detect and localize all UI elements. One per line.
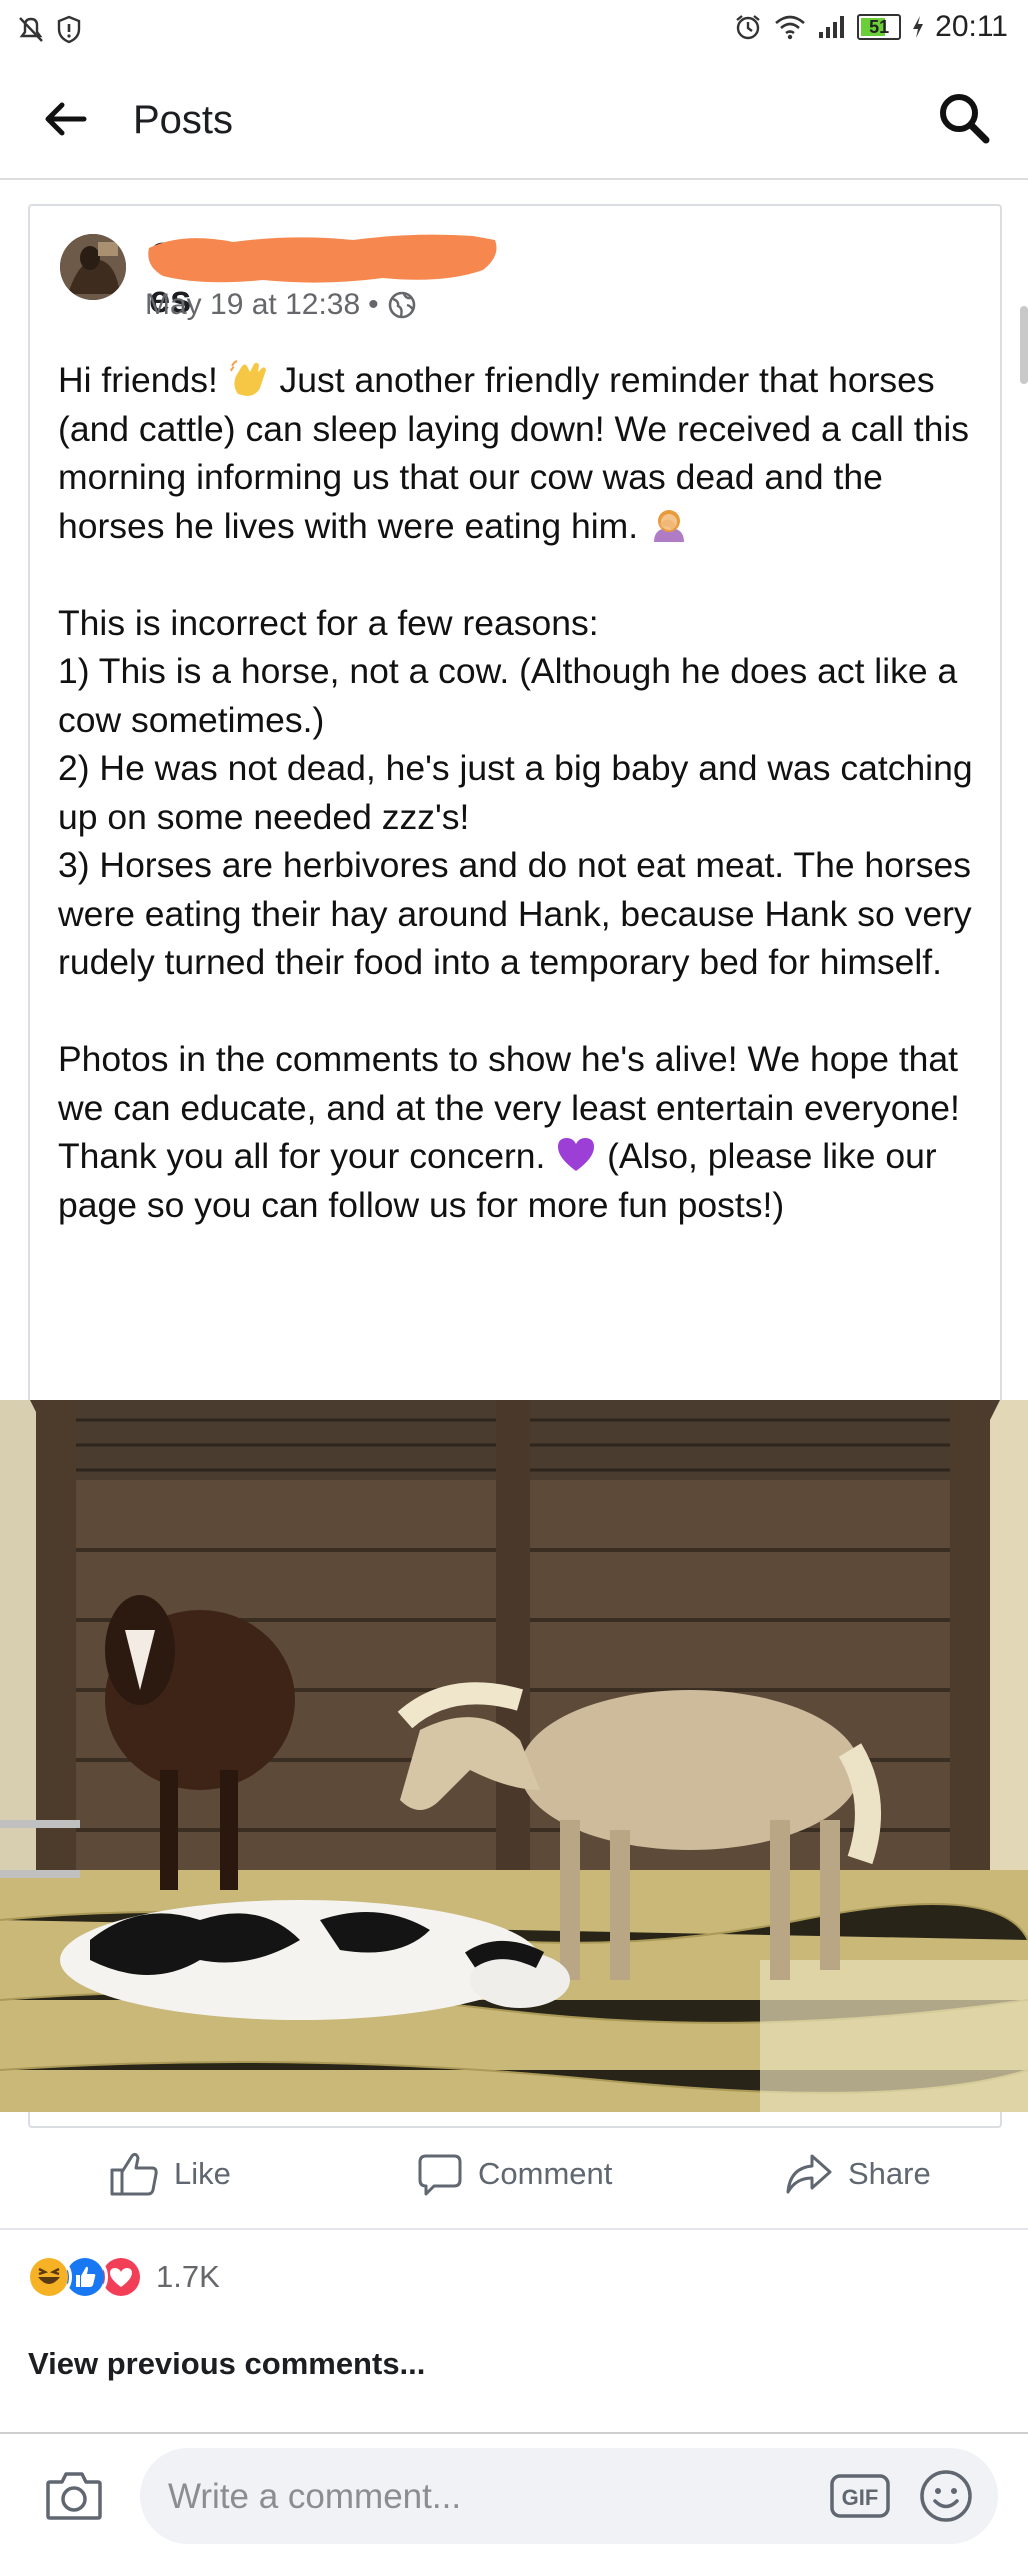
comment-composer: GIF — [140, 2448, 998, 2546]
status-left-icons — [18, 14, 82, 44]
comment-button[interactable]: Comment — [416, 2150, 612, 2198]
share-arrow-icon — [786, 2154, 832, 2194]
app-header: Posts — [0, 58, 1028, 180]
like-button[interactable]: Like — [108, 2150, 231, 2198]
post-paragraph-1: Hi friends! Just another friendly remind… — [58, 360, 969, 546]
woman-facepalming-emoji — [653, 509, 684, 542]
page-title: Posts — [133, 98, 234, 142]
comment-bubble-icon — [418, 2154, 462, 2196]
camera-icon[interactable] — [44, 2468, 104, 2524]
post-photo[interactable] — [0, 1400, 1028, 2112]
reaction-summary[interactable]: 1.7K — [26, 2254, 220, 2300]
post-actions: Like Comment Share — [0, 2128, 1028, 2230]
wifi-icon — [775, 15, 805, 40]
waving-hand-emoji — [229, 360, 266, 396]
author-name[interactable]: Cres — [145, 234, 497, 321]
alarm-icon — [736, 15, 760, 40]
post-meta: May 19 at 12:38 • — [145, 288, 417, 322]
divider — [0, 2432, 1028, 2434]
gif-icon[interactable]: GIF — [830, 2474, 890, 2518]
status-bar: 51 20:11 — [0, 0, 1028, 58]
reaction-count: 1.7K — [156, 2259, 220, 2294]
scrollbar[interactable] — [1020, 306, 1028, 384]
like-label: Like — [174, 2156, 231, 2191]
battery-level: 51 — [869, 17, 890, 37]
search-icon[interactable] — [936, 90, 992, 146]
shield-icon — [57, 15, 81, 44]
post-paragraph-3: Photos in the comments to show he's aliv… — [58, 1039, 960, 1225]
share-label: Share — [848, 2156, 931, 2191]
author-avatar[interactable] — [60, 234, 126, 300]
comment-input[interactable] — [166, 2448, 730, 2546]
back-arrow-icon[interactable] — [40, 94, 90, 144]
post-paragraph-2: This is incorrect for a few reasons: 1) … — [58, 602, 973, 983]
post-timestamp[interactable]: May 19 at 12:38 — [145, 288, 360, 322]
post-text: Hi friends! Just another friendly remind… — [58, 356, 988, 1229]
signal-icon — [819, 16, 845, 38]
emoji-picker-icon[interactable] — [918, 2468, 974, 2524]
battery-icon: 51 — [857, 14, 902, 40]
purple-heart-emoji — [558, 1138, 595, 1171]
status-right-icons: 51 20:11 — [733, 10, 1008, 44]
horses-in-shelter-photo — [0, 1400, 1028, 2112]
globe-icon — [388, 291, 415, 319]
status-time: 20:11 — [935, 10, 1008, 43]
notifications-muted-icon — [19, 17, 43, 42]
redaction-scribble — [148, 234, 497, 283]
charging-icon — [913, 16, 924, 38]
share-button[interactable]: Share — [784, 2150, 931, 2198]
comment-label: Comment — [478, 2156, 613, 2191]
thumbs-up-icon — [110, 2152, 158, 2196]
haha-reaction-icon — [26, 2254, 72, 2300]
view-previous-comments-link[interactable]: View previous comments... — [28, 2346, 425, 2382]
svg-text:GIF: GIF — [842, 2485, 879, 2510]
meta-separator: • — [368, 288, 379, 321]
